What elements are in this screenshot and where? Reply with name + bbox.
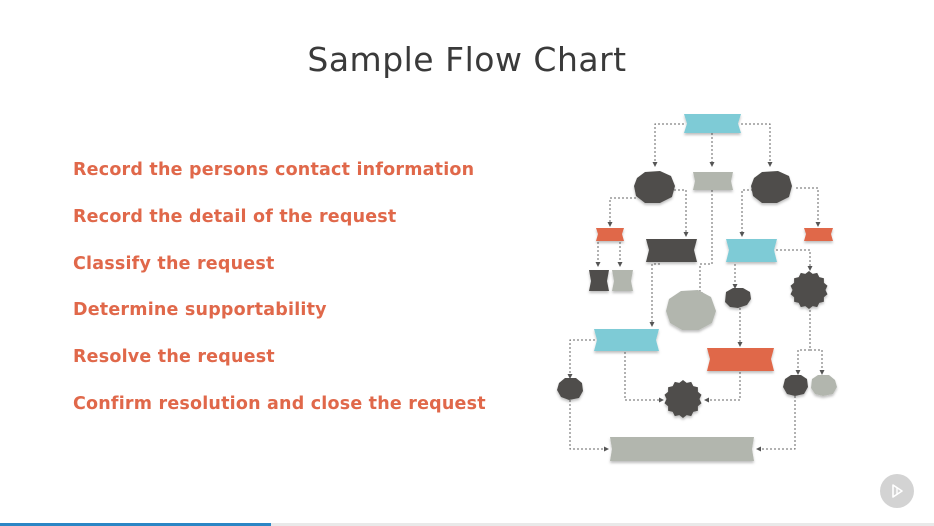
connector — [776, 249, 813, 271]
flow-node — [790, 271, 828, 309]
connector — [741, 123, 773, 167]
connector — [697, 190, 713, 297]
flow-node — [726, 239, 777, 262]
connector — [810, 349, 825, 375]
connector — [756, 396, 796, 452]
flow-node — [612, 270, 633, 291]
flow-node — [804, 228, 833, 241]
flow-node — [693, 172, 733, 190]
connector — [569, 400, 609, 452]
connector — [795, 310, 811, 375]
flow-node — [610, 437, 754, 461]
flow-node — [783, 375, 808, 396]
flow-node — [684, 114, 741, 133]
connector — [674, 189, 689, 237]
connector — [649, 263, 660, 327]
connector — [652, 123, 684, 167]
slide: Sample Flow Chart Record the persons con… — [0, 0, 934, 526]
flow-node — [707, 348, 774, 371]
flow-node — [634, 171, 675, 203]
flow-node — [811, 375, 837, 396]
play-icon — [892, 484, 903, 498]
connector — [796, 187, 821, 227]
flow-node — [725, 288, 751, 308]
connector — [739, 189, 753, 237]
flow-node — [589, 270, 609, 291]
flow-node — [596, 228, 624, 241]
connector — [624, 352, 664, 403]
connector — [704, 372, 741, 403]
flow-chart-illustration — [557, 114, 837, 461]
connector — [607, 197, 636, 227]
flow-node — [594, 329, 659, 351]
flow-node — [666, 290, 716, 330]
flow-node — [664, 380, 702, 418]
play-button[interactable] — [880, 474, 914, 508]
flow-node — [557, 378, 583, 400]
connector — [567, 339, 595, 379]
flow-node — [751, 171, 792, 203]
flow-node — [646, 239, 697, 262]
